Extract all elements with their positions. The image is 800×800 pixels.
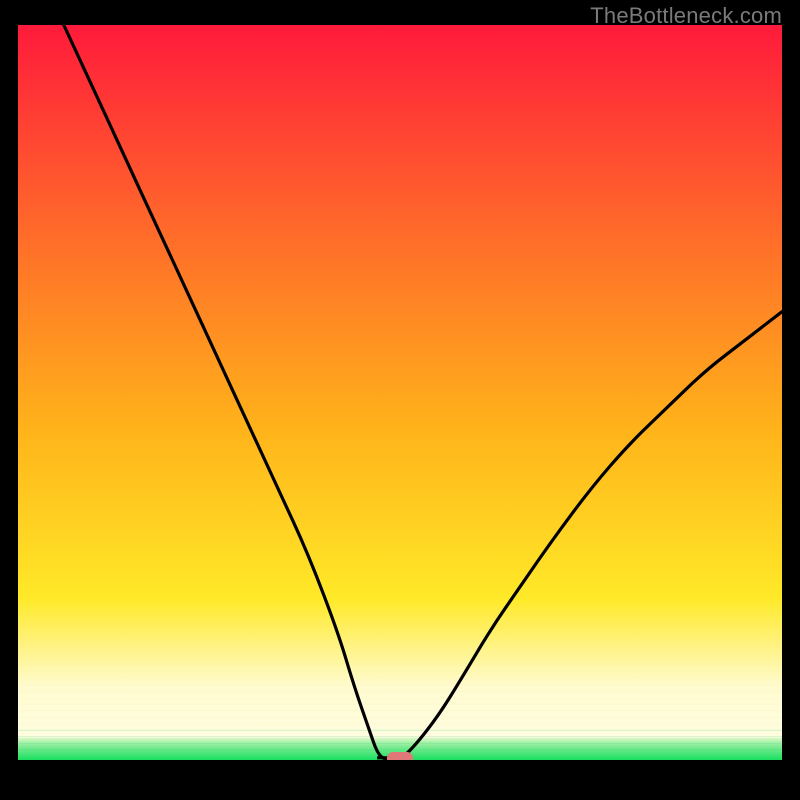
x-axis-strip: [18, 760, 782, 782]
chart-frame: [18, 25, 782, 782]
gradient-background: [18, 25, 782, 760]
bottleneck-chart: [18, 25, 782, 782]
